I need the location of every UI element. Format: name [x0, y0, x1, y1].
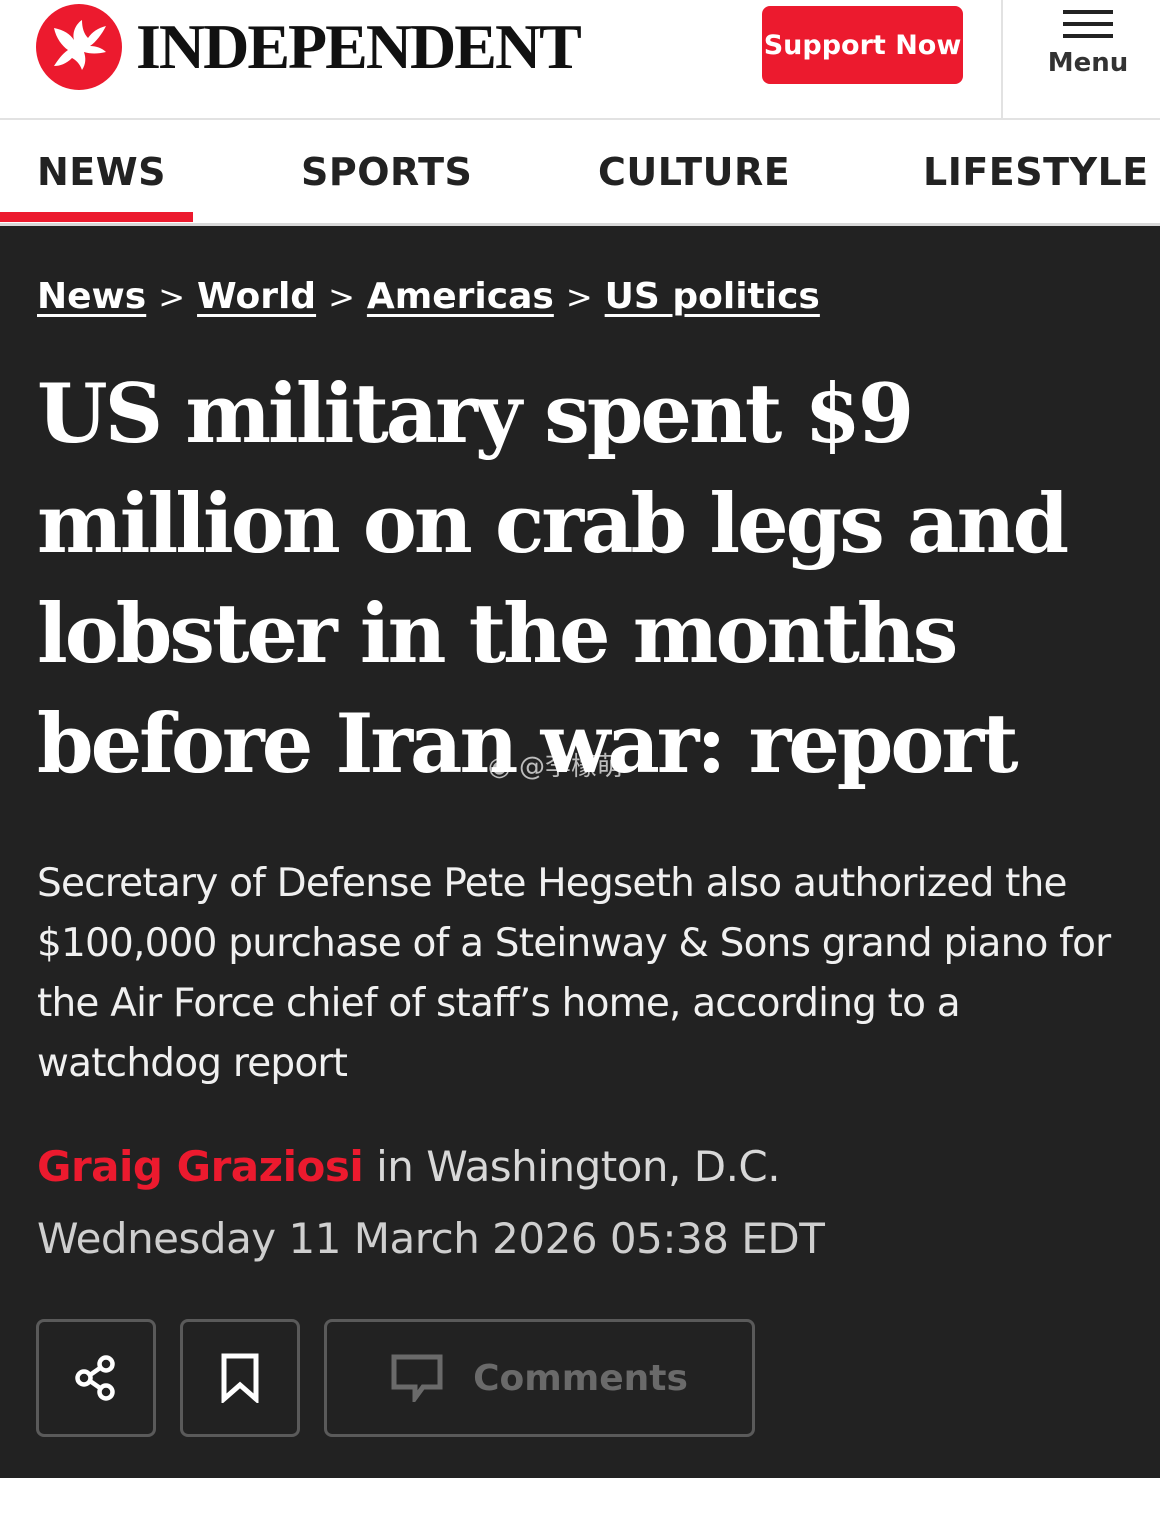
breadcrumb-world[interactable]: World	[197, 276, 316, 317]
site-logo[interactable]: INDEPENDENT	[36, 4, 582, 90]
logo-wordmark: INDEPENDENT	[136, 11, 582, 82]
active-tab-indicator	[0, 212, 193, 222]
breadcrumb: News > World > Americas > US politics	[37, 276, 820, 317]
breadcrumb-separator: >	[565, 278, 593, 316]
breadcrumb-separator: >	[328, 278, 355, 316]
weibo-icon: ◉	[488, 752, 511, 782]
menu-label: Menu	[1047, 48, 1129, 78]
share-icon	[75, 1355, 115, 1401]
header-divider	[1001, 0, 1003, 118]
hamburger-icon	[1063, 10, 1113, 46]
site-header: INDEPENDENT Support Now Menu	[0, 0, 1160, 120]
author-link[interactable]: Graig Graziosi	[37, 1142, 364, 1191]
bookmark-icon	[221, 1353, 259, 1403]
article-standfirst: Secretary of Defense Pete Hegseth also a…	[37, 861, 1111, 1086]
article-header: News > World > Americas > US politics US milit…	[0, 226, 1160, 1478]
breadcrumb-separator: >	[158, 278, 186, 316]
byline: Graig Graziosi in Washington, D.C.	[37, 1142, 781, 1191]
eagle-logo-icon	[36, 4, 122, 90]
share-button[interactable]	[36, 1319, 156, 1437]
breadcrumb-news[interactable]: News	[37, 276, 146, 317]
menu-button[interactable]: Menu	[1030, 6, 1146, 102]
watermark-text: @李檬萌	[518, 752, 623, 782]
headline-line: US military spent $9	[37, 367, 914, 462]
article-headline: US military spent $9 million on crab leg…	[37, 360, 1127, 800]
breadcrumb-americas[interactable]: Americas	[367, 276, 554, 317]
comment-icon	[391, 1354, 443, 1402]
byline-location: in Washington, D.C.	[363, 1142, 781, 1191]
bookmark-button[interactable]	[180, 1319, 300, 1437]
breadcrumb-us-politics[interactable]: US politics	[605, 276, 820, 317]
support-now-button[interactable]: Support Now	[762, 6, 963, 84]
headline-line: before Iran war: report	[37, 697, 1019, 792]
nav-tab-culture[interactable]: CULTURE	[598, 150, 790, 194]
nav-tab-lifestyle[interactable]: LIFESTYLE	[923, 150, 1149, 194]
watermark: ◉ @李檬萌	[488, 746, 623, 783]
publish-date: Wednesday 11 March 2026 05:38 EDT	[37, 1214, 825, 1263]
headline-line: million on crab legs and	[37, 477, 1069, 572]
comments-label: Comments	[473, 1357, 688, 1399]
headline-line: lobster in the months	[37, 587, 958, 682]
comments-button[interactable]: Comments	[324, 1319, 755, 1437]
section-nav: NEWS SPORTS CULTURE LIFESTYLE	[0, 120, 1160, 226]
nav-tab-news[interactable]: NEWS	[37, 150, 166, 194]
nav-tab-sports[interactable]: SPORTS	[301, 150, 472, 194]
